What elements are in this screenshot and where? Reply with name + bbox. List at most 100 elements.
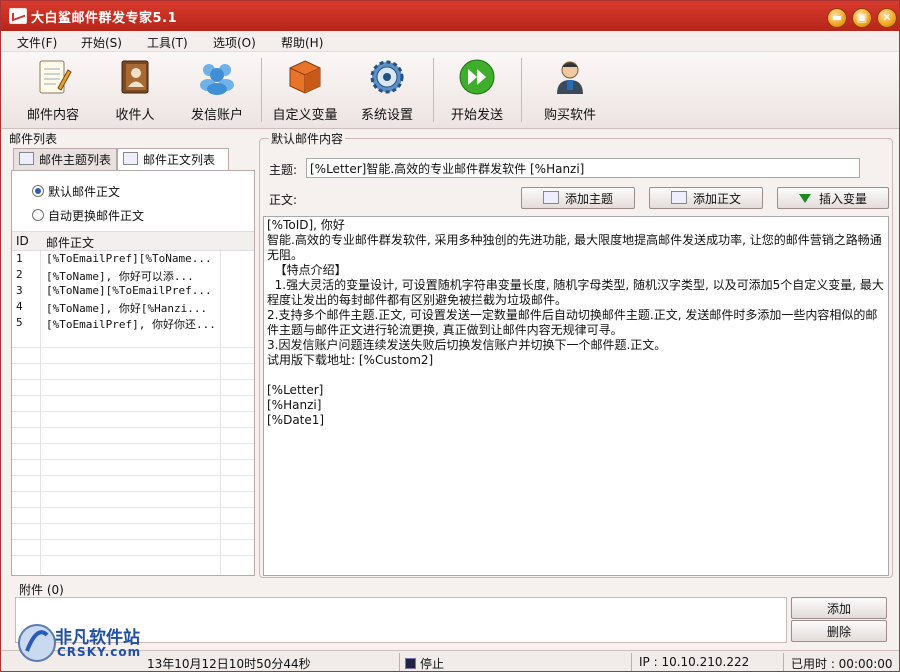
toolbar-label: 系统设置 (360, 108, 413, 123)
button-label: 添加主题 (564, 192, 613, 206)
document-icon (542, 191, 559, 204)
toolbar-buy-button[interactable]: 购买软件 (532, 54, 608, 126)
status-separator (631, 653, 632, 671)
crsky-logo-icon (18, 624, 56, 662)
list-icon (123, 152, 138, 165)
add-subject-button[interactable]: 添加主题 (521, 187, 635, 209)
watermark-sub: CRSKY.com (57, 645, 142, 659)
close-button[interactable]: ✕ (877, 8, 897, 28)
toolbar-settings-button[interactable]: 系统设置 (349, 54, 425, 126)
list-item[interactable]: 5 [%ToEmailPref], 你好你还... (12, 315, 254, 331)
row-text: [%ToEmailPref], 你好你还... (46, 318, 216, 331)
tab-label: 邮件正文列表 (143, 153, 216, 167)
subject-label: 主题: (269, 163, 298, 177)
toolbar-accounts-button[interactable]: 发信账户 (179, 54, 255, 126)
row-id: 1 (16, 252, 23, 265)
grid-line (12, 411, 254, 412)
button-label: 添加正文 (692, 192, 741, 206)
delete-attachment-button[interactable]: 删除 (791, 620, 887, 642)
row-id: 2 (16, 268, 23, 281)
stop-icon (405, 658, 416, 669)
button-label: 插入变量 (818, 192, 867, 206)
list-header: ID 邮件正文 (12, 231, 254, 251)
grid-line (12, 539, 254, 540)
triangle-down-icon (798, 194, 811, 203)
users-icon (200, 64, 234, 95)
grid-line (12, 379, 254, 380)
body-textarea[interactable]: [%ToID], 你好 智能.高效的专业邮件群发软件, 采用多种独创的先进功能,… (263, 216, 889, 576)
grid-line (12, 507, 254, 508)
menu-bar: 文件(F) 开始(S) 工具(T) 选项(O) 帮助(H) (1, 31, 899, 52)
grid-line (12, 475, 254, 476)
row-text: [%ToName], 你好可以添... (46, 270, 194, 283)
grid-line (12, 363, 254, 364)
body-list-pane: 默认邮件正文 自动更换邮件正文 ID 邮件正文 1 [%ToEmailPref][… (11, 170, 255, 576)
gear-icon (370, 60, 404, 94)
mail-list-panel: 邮件列表 邮件主题列表 邮件正文列表 默认邮件正文 自动更换邮件正文 ID 邮件… (9, 130, 255, 576)
toolbar-label: 自定义变量 (272, 108, 338, 123)
add-attachment-button[interactable]: 添加 (791, 597, 887, 619)
title-bar[interactable]: 大白鲨邮件群发专家5.1 ▬ ▣ ✕ (1, 1, 899, 31)
radio-dot (32, 185, 44, 197)
menu-options[interactable]: 选项(O) (213, 34, 256, 51)
address-book-icon (121, 60, 149, 94)
grid-line (12, 459, 254, 460)
list-item[interactable]: 2 [%ToName], 你好可以添... (12, 267, 254, 283)
toolbar-start-send-button[interactable]: 开始发送 (439, 54, 515, 126)
radio-default-body[interactable]: 默认邮件正文 (32, 183, 120, 200)
toolbar-recipients-button[interactable]: 收件人 (97, 54, 173, 126)
toolbar-separator (261, 58, 262, 122)
menu-file[interactable]: 文件(F) (17, 34, 57, 51)
tab-subject-list[interactable]: 邮件主题列表 (13, 148, 117, 170)
person-icon (557, 61, 583, 94)
status-separator (783, 653, 784, 671)
tab-label: 邮件主题列表 (39, 153, 112, 167)
status-separator (399, 653, 400, 671)
status-ip: IP : 10.10.210.222 (639, 655, 750, 669)
status-state: 停止 (405, 655, 445, 671)
row-text: [%ToName][%ToEmailPref... (46, 284, 212, 297)
radio-dot (32, 209, 44, 221)
box-icon (289, 60, 321, 94)
column-header-body[interactable]: 邮件正文 (46, 234, 94, 251)
toolbar-label: 开始发送 (450, 108, 503, 123)
status-elapsed: 已用时 : 00:00:00 (791, 657, 893, 671)
list-item[interactable]: 4 [%ToName], 你好[%Hanzi... (12, 299, 254, 315)
minimize-button[interactable]: ▬ (827, 8, 847, 28)
toolbar-custom-var-button[interactable]: 自定义变量 (267, 54, 343, 126)
menu-help[interactable]: 帮助(H) (281, 34, 323, 51)
list-item[interactable]: 1 [%ToEmailPref][%ToName... (12, 251, 254, 267)
column-header-id[interactable]: ID (16, 234, 29, 248)
grid-line (12, 395, 254, 396)
subject-input[interactable]: [%Letter]智能.高效的专业邮件群发软件 [%Hanzi] (306, 158, 860, 178)
toolbar: 邮件内容 收件人 发信账户 自定义变量 系统设置 开始发送 购买软件 (1, 52, 899, 129)
mail-content-title: 默认邮件内容 (269, 130, 346, 147)
watermark-logo: 非凡软件站 CRSKY.com (17, 615, 167, 671)
toolbar-mail-content-button[interactable]: 邮件内容 (15, 54, 91, 126)
window-title: 大白鲨邮件群发专家5.1 (31, 11, 178, 26)
grid-line (12, 491, 254, 492)
document-icon (670, 191, 687, 204)
add-body-button[interactable]: 添加正文 (649, 187, 763, 209)
list-item[interactable]: 3 [%ToName][%ToEmailPref... (12, 283, 254, 299)
maximize-button[interactable]: ▣ (852, 8, 872, 28)
row-id: 3 (16, 284, 23, 297)
insert-variable-button[interactable]: 插入变量 (777, 187, 889, 209)
grid-line (12, 443, 254, 444)
toolbar-label: 发信账户 (190, 108, 243, 123)
radio-auto-switch-body[interactable]: 自动更换邮件正文 (32, 207, 144, 224)
attachment-label: 附件 (0) (19, 583, 64, 597)
status-state-label: 停止 (420, 657, 445, 671)
menu-tools[interactable]: 工具(T) (147, 34, 188, 51)
mail-list-title: 邮件列表 (9, 132, 58, 146)
toolbar-label: 收件人 (115, 108, 155, 123)
status-time: 13年10月12日10时50分44秒 (147, 657, 311, 671)
toolbar-label: 购买软件 (543, 108, 596, 123)
tab-body-list[interactable]: 邮件正文列表 (117, 148, 229, 170)
menu-start[interactable]: 开始(S) (81, 34, 122, 51)
row-id: 4 (16, 300, 23, 313)
grid-line (12, 347, 254, 348)
toolbar-label: 邮件内容 (26, 108, 79, 123)
body-label: 正文: (269, 193, 298, 207)
mail-app-icon (9, 8, 27, 24)
